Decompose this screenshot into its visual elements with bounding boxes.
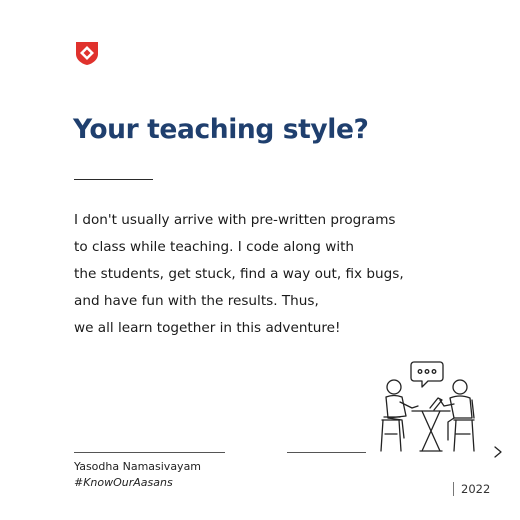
brand-logo bbox=[76, 42, 98, 65]
arrow-right-icon[interactable] bbox=[491, 445, 505, 459]
body-line: I don't usually arrive with pre-written … bbox=[74, 212, 396, 228]
body-line: and have fun with the results. Thus, bbox=[74, 293, 319, 309]
two-people-conversation-icon bbox=[380, 361, 475, 452]
footer-divider-left bbox=[74, 452, 225, 453]
year-label: 2022 bbox=[461, 482, 491, 496]
author-name: Yasodha Namasivayam bbox=[74, 460, 202, 473]
hashtag[interactable]: #KnowOurAasans bbox=[74, 476, 173, 489]
footer-divider-middle bbox=[287, 452, 366, 453]
body-line: we all learn together in this adventure! bbox=[74, 320, 341, 336]
body-paragraph: I don't usually arrive with pre-written … bbox=[74, 207, 434, 342]
year-divider bbox=[453, 482, 454, 496]
body-line: to class while teaching. I code along wi… bbox=[74, 239, 355, 255]
title-divider bbox=[74, 179, 153, 180]
page-title: Your teaching style? bbox=[73, 114, 369, 145]
body-line: the students, get stuck, find a way out,… bbox=[74, 266, 404, 282]
